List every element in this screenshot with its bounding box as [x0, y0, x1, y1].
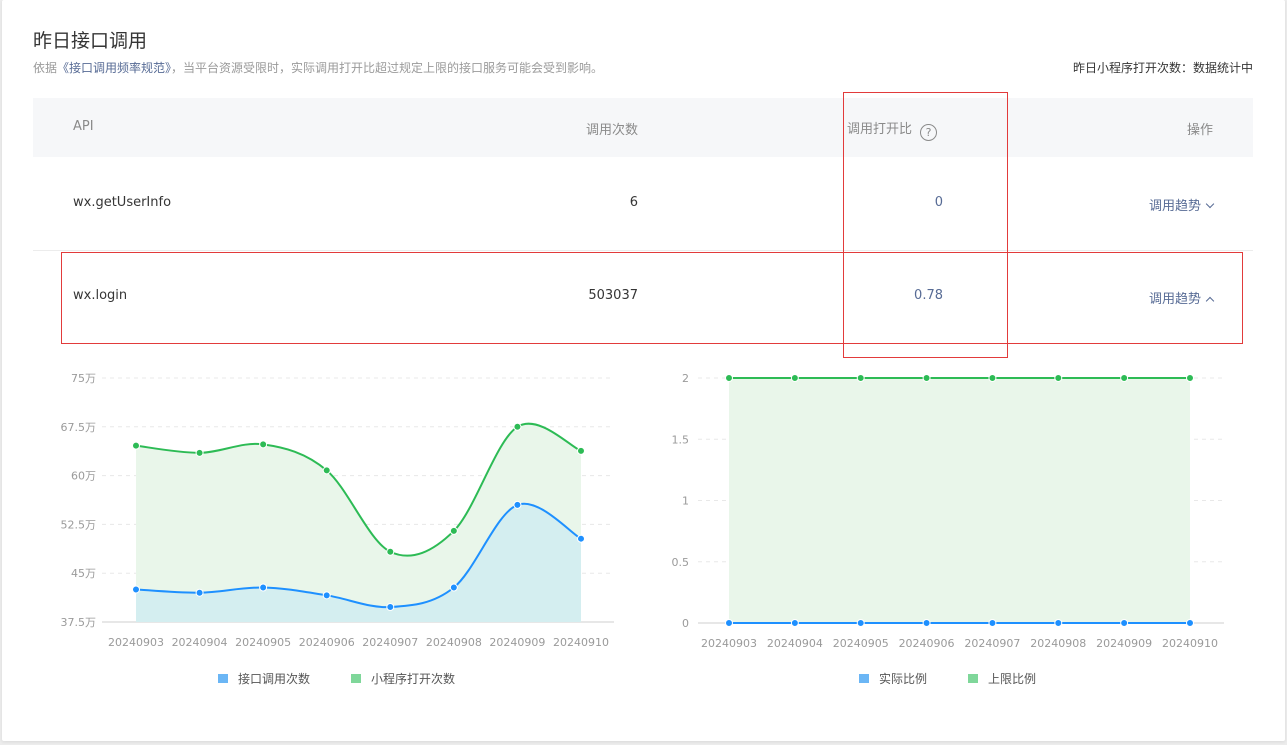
data-point — [988, 374, 997, 382]
data-point — [1120, 619, 1129, 627]
data-point — [922, 619, 931, 627]
x-tick-label: 20240908 — [1030, 637, 1086, 650]
data-point — [449, 583, 458, 592]
legend-swatch — [218, 674, 228, 683]
data-point — [449, 526, 458, 535]
data-point — [132, 441, 140, 450]
data-point — [1186, 619, 1194, 627]
legend-label: 接口调用次数 — [238, 671, 310, 686]
x-tick-label: 20240904 — [172, 636, 228, 649]
y-tick-label: 2 — [682, 372, 689, 385]
data-point — [856, 619, 865, 627]
data-point — [922, 374, 931, 382]
trend-charts: 37.5万 45万 52.5万 60万 67.5万 75万 20240903 20240904… — [61, 372, 1224, 686]
x-tick-label: 20240903 — [108, 636, 164, 649]
data-point — [322, 466, 331, 475]
data-point — [988, 619, 997, 627]
data-point — [1054, 619, 1063, 627]
data-point — [1186, 374, 1194, 382]
x-tick-label: 20240906 — [299, 636, 355, 649]
y-tick-label: 0.5 — [672, 556, 690, 569]
data-point — [386, 547, 395, 556]
data-point — [577, 534, 585, 543]
legend-swatch — [351, 674, 361, 683]
x-tick-label: 20240907 — [964, 637, 1020, 650]
y-tick-label: 0 — [682, 617, 689, 630]
x-tick-label: 20240903 — [701, 637, 757, 650]
data-point — [725, 619, 733, 627]
data-point — [725, 374, 733, 382]
data-point — [856, 374, 865, 382]
y-tick-label: 67.5万 — [61, 421, 97, 434]
x-tick-label: 20240908 — [426, 636, 482, 649]
legend-swatch — [859, 674, 869, 683]
data-point — [1054, 374, 1063, 382]
data-point — [386, 603, 395, 612]
legend-swatch — [968, 674, 978, 683]
y-tick-label: 52.5万 — [61, 518, 97, 531]
legend-label: 小程序打开次数 — [371, 671, 455, 686]
legend-label: 实际比例 — [879, 671, 927, 686]
data-point — [513, 500, 522, 509]
x-tick-label: 20240907 — [362, 636, 418, 649]
data-point — [1120, 374, 1129, 382]
data-point — [259, 583, 268, 592]
x-tick-label: 20240904 — [767, 637, 823, 650]
data-point — [790, 619, 799, 627]
y-tick-label: 37.5万 — [61, 616, 97, 629]
legend-label: 上限比例 — [988, 672, 1036, 686]
data-point — [132, 585, 140, 594]
x-tick-label: 20240909 — [489, 636, 545, 649]
series-area — [729, 378, 1190, 623]
y-tick-label: 1.5 — [672, 433, 690, 446]
y-tick-label: 1 — [682, 495, 689, 508]
x-tick-label: 20240910 — [553, 636, 609, 649]
data-point — [195, 588, 204, 597]
data-point — [195, 448, 204, 457]
y-tick-label: 75万 — [71, 372, 96, 385]
x-tick-label: 20240906 — [899, 637, 955, 650]
data-point — [322, 591, 331, 600]
data-point — [259, 440, 268, 449]
data-point — [513, 422, 522, 431]
y-tick-label: 45万 — [71, 567, 96, 580]
x-tick-label: 20240905 — [833, 637, 889, 650]
data-point — [790, 374, 799, 382]
x-tick-label: 20240910 — [1162, 637, 1218, 650]
x-tick-label: 20240905 — [235, 636, 291, 649]
data-point — [577, 446, 585, 455]
y-tick-label: 60万 — [71, 470, 96, 483]
x-tick-label: 20240909 — [1096, 637, 1152, 650]
